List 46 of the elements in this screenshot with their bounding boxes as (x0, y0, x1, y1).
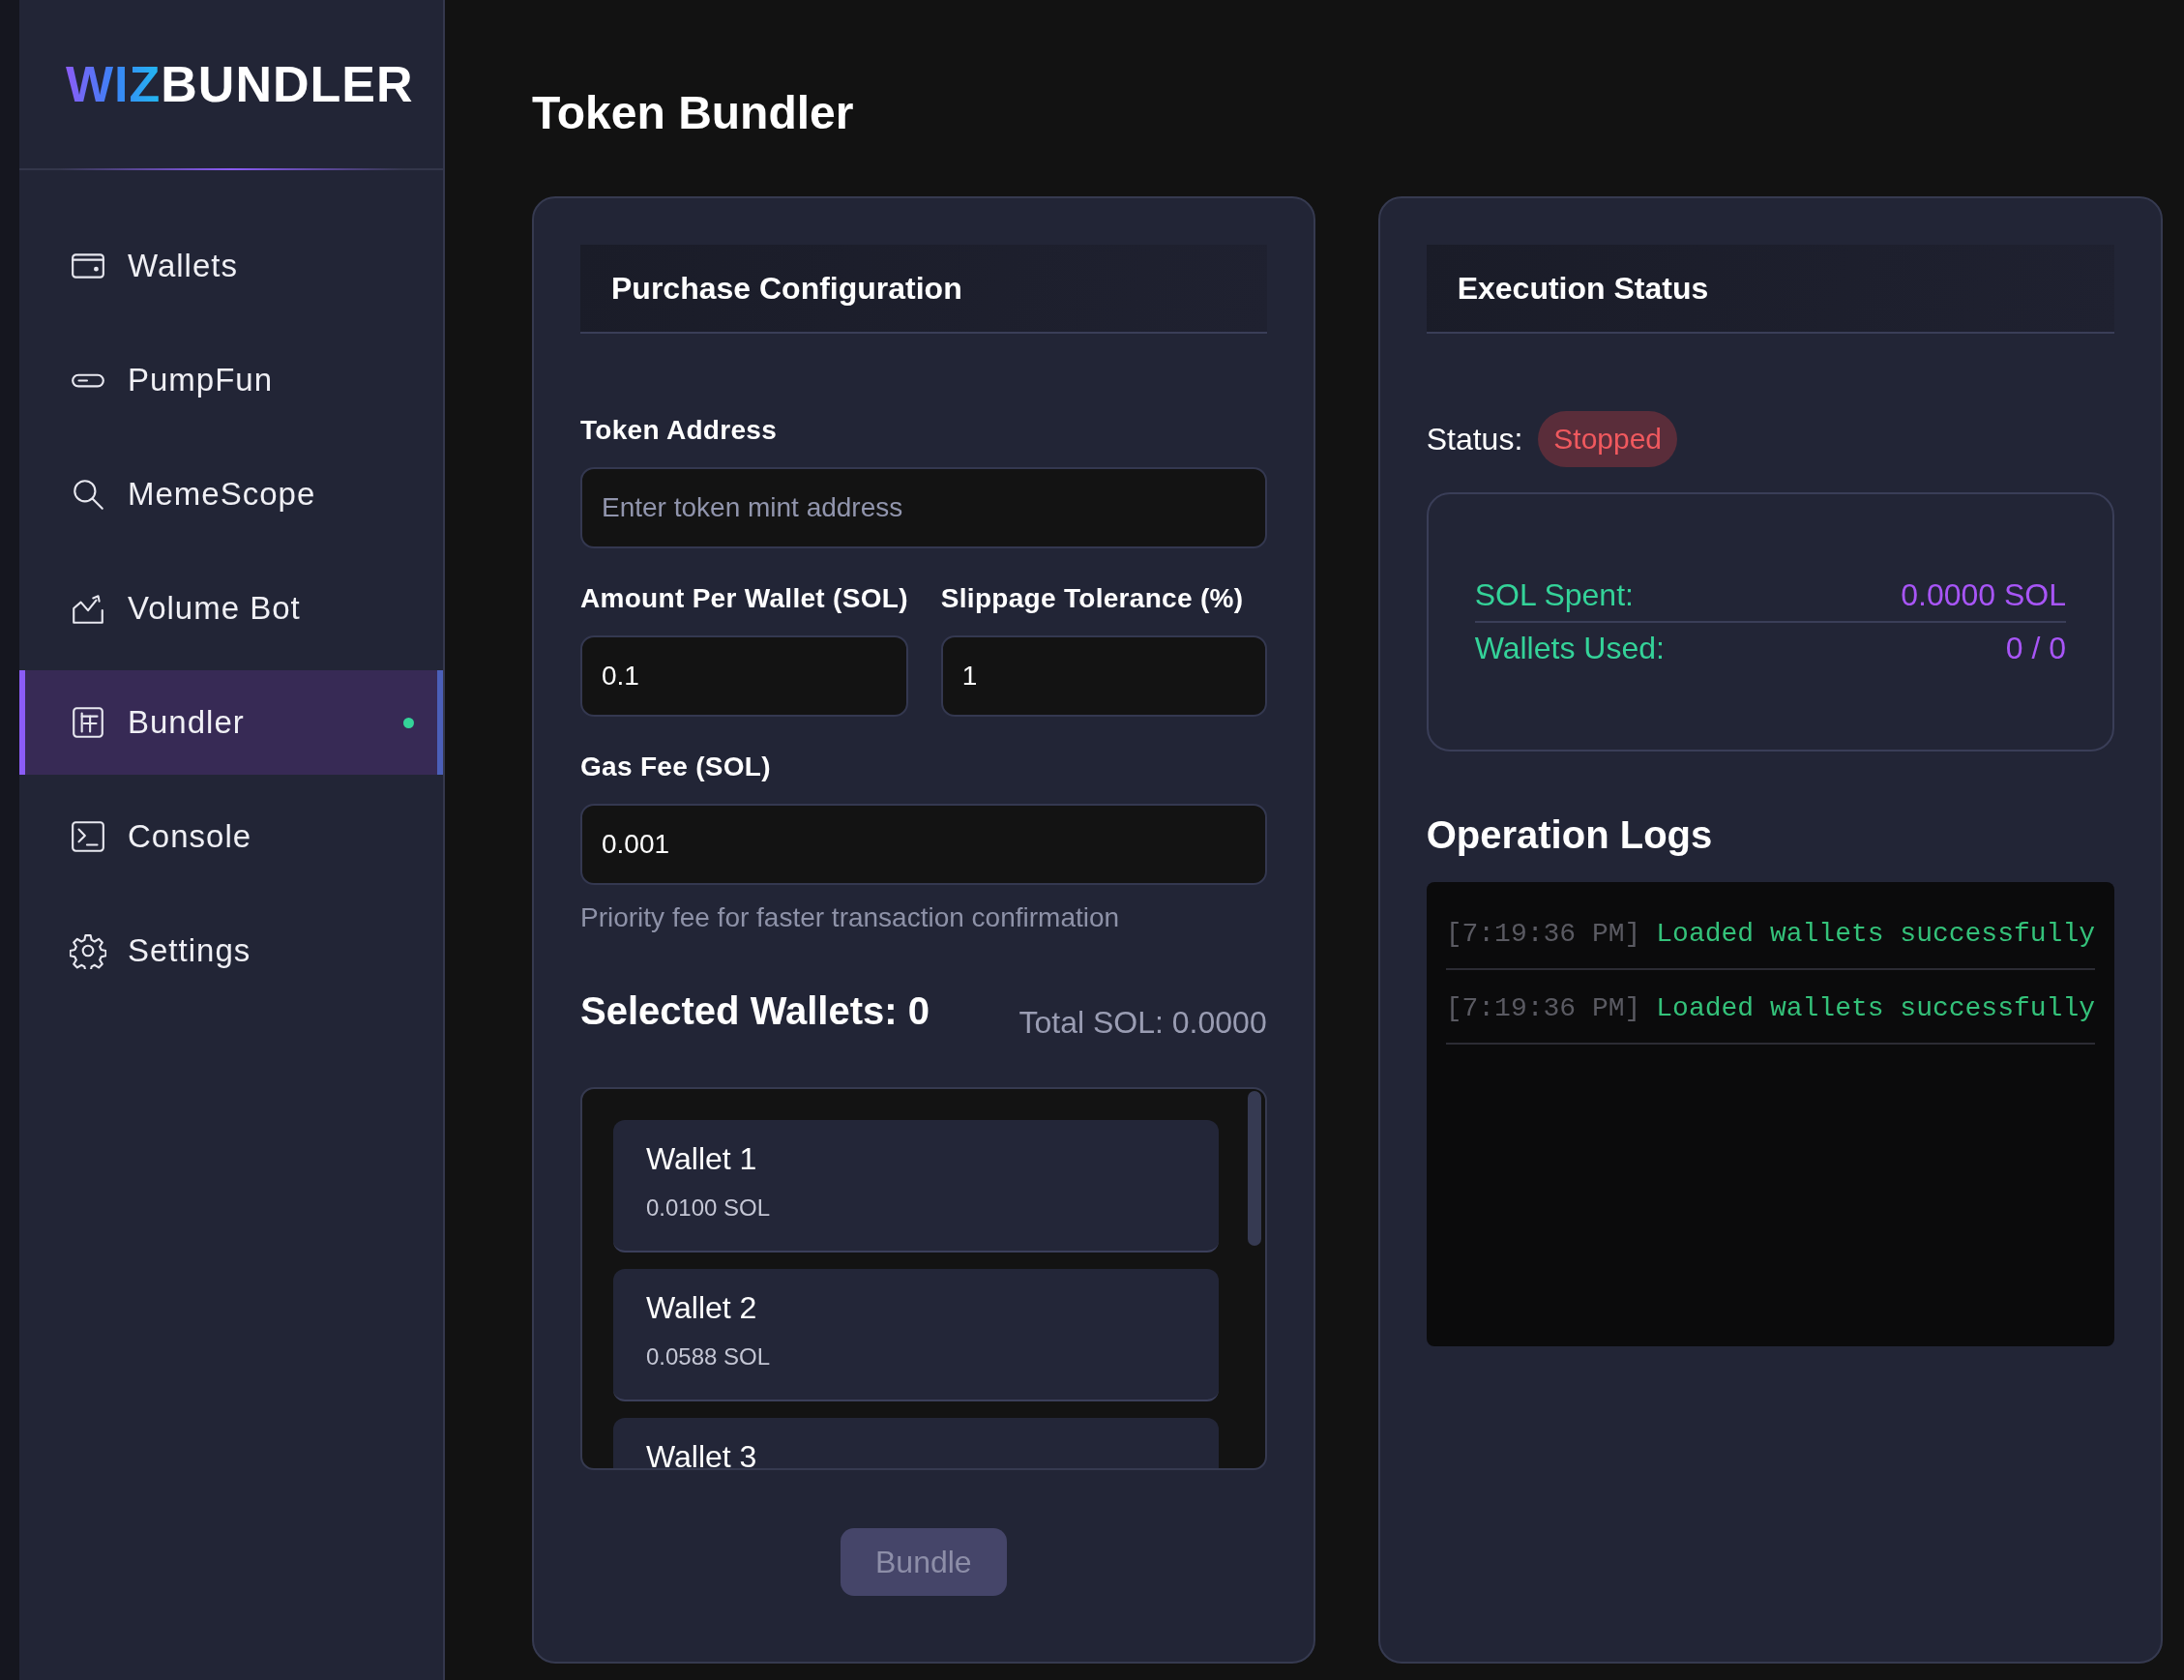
settings-icon (70, 932, 106, 969)
stat-label: SOL Spent: (1474, 577, 1634, 613)
wallet-card[interactable]: Wallet 3 (613, 1418, 1219, 1468)
log-message: Loaded wallets successfully (1656, 919, 2095, 949)
sidebar-item[interactable]: Console (19, 784, 443, 889)
sidebar-item[interactable]: PumpFun (19, 328, 443, 432)
field-label: Amount Per Wallet (SOL) (580, 583, 908, 614)
log-time: [7:19:36 PM] (1445, 993, 1641, 1023)
input-field[interactable]: 1 (940, 635, 1267, 717)
wallet-balance: 0.0588 SOL (646, 1343, 772, 1371)
log-time: [7:19:36 PM] (1445, 919, 1641, 949)
sidebar-item[interactable]: Bundler (19, 670, 443, 775)
bundle-icon (70, 704, 106, 741)
stat-value: 0.0000 SOL (1901, 577, 2066, 613)
sidebar-item[interactable]: Volume Bot (19, 556, 443, 661)
input-field[interactable]: 0.001 (580, 804, 1267, 885)
section-header: Execution Status (1426, 245, 2114, 334)
logs-heading: Operation Logs (1426, 813, 1714, 857)
wallet-balance: 0.0100 SOL (646, 1194, 772, 1222)
stat-value: 0 / 0 (2005, 631, 2066, 666)
field-label: Token Address (580, 415, 779, 446)
input-field[interactable]: Enter token mint address (580, 467, 1267, 548)
total-sol: Total SOL: 0.0000 (1018, 1005, 1267, 1041)
wallet-name: Wallet 1 (646, 1141, 758, 1177)
wallet-card[interactable]: Wallet 1 0.0100 SOL (613, 1120, 1219, 1253)
page-title: Token Bundler (532, 86, 855, 140)
logo: WIZBUNDLER (66, 55, 414, 113)
wallet-name: Wallet 2 (646, 1290, 758, 1326)
log-message: Loaded wallets successfully (1656, 993, 2095, 1023)
stat-label: Wallets Used: (1474, 631, 1665, 666)
field-label: Slippage Tolerance (%) (940, 583, 1245, 614)
status-badge: Stopped (1538, 411, 1678, 467)
wallet-card[interactable]: Wallet 2 0.0588 SOL (613, 1269, 1219, 1401)
field-label: Gas Fee (SOL) (580, 752, 772, 782)
wallet-name: Wallet 3 (646, 1439, 758, 1468)
sidebar-item[interactable]: Wallets (19, 214, 443, 318)
scrollbar[interactable] (1247, 1091, 1261, 1246)
input-field[interactable]: 0.1 (580, 635, 908, 717)
sidebar-item[interactable]: Settings (19, 899, 443, 1003)
active-dot (403, 717, 414, 728)
sidebar-item[interactable]: MemeScope (19, 442, 443, 546)
section-header: Purchase Configuration (580, 245, 1267, 334)
status-label: Status: (1426, 421, 1523, 457)
help-text: Priority fee for faster transaction confirmation (580, 902, 1121, 933)
terminal-icon (70, 818, 106, 855)
selected-wallets-heading: Selected Wallets: 0 (580, 989, 930, 1033)
